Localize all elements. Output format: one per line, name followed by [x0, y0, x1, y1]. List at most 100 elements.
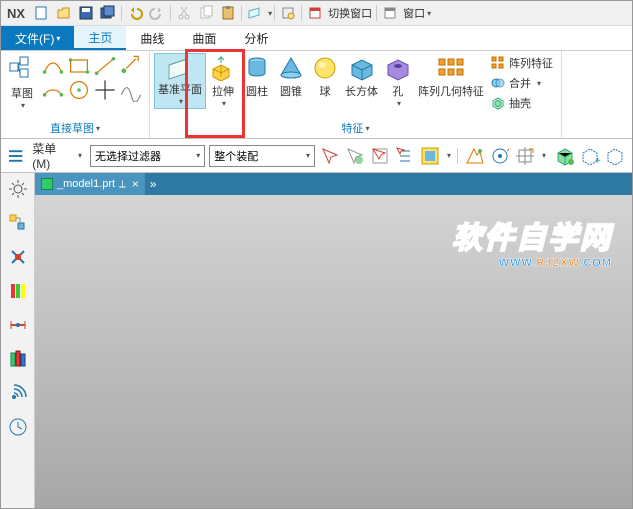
shell-button[interactable]: 抽壳 [491, 95, 553, 111]
sketch-button[interactable]: 草图 ▾ [5, 53, 39, 110]
hole-button[interactable]: 孔▾ [381, 53, 415, 108]
titlebar: NX ▾ 切换窗口 窗口▾ [1, 1, 632, 26]
svg-text:+: + [595, 156, 601, 167]
line-icon[interactable] [93, 55, 117, 77]
spline-icon[interactable] [119, 79, 143, 101]
close-icon[interactable]: × [132, 177, 139, 191]
sel-icon-4[interactable] [394, 145, 416, 167]
filter-dropdown[interactable]: 无选择过滤器▾ [90, 145, 205, 167]
pin-icon[interactable]: ⟂ [119, 179, 126, 190]
sphere-button[interactable]: 球 [308, 53, 342, 99]
cube-wire-icon[interactable] [604, 145, 626, 167]
selection-icons-right: + [554, 145, 626, 167]
switch-window-icon[interactable] [306, 4, 324, 22]
sel-icon-3[interactable] [369, 145, 391, 167]
sel-icon-5[interactable] [419, 145, 441, 167]
pattern-geom-icon [437, 55, 465, 81]
new-icon[interactable] [33, 4, 51, 22]
assembly-dropdown[interactable]: 整个装配▾ [209, 145, 315, 167]
chevron-down-icon[interactable]: ▾ [268, 9, 272, 18]
tab-file[interactable]: 文件(F)▾ [1, 26, 74, 50]
selection-bar: 菜单(M)▾ 无选择过滤器▾ 整个装配▾ ▾ ▾ + [1, 139, 632, 173]
separator [301, 5, 302, 21]
cut-icon[interactable] [175, 4, 193, 22]
sel-icon-1[interactable] [319, 145, 341, 167]
history-icon[interactable] [8, 417, 28, 437]
sel-icon-6[interactable] [464, 145, 486, 167]
graphics-canvas[interactable]: 软件自学网 WWW.RJZXW.COM [35, 195, 632, 508]
save-all-icon[interactable] [99, 4, 117, 22]
feature-side-list: 阵列特征 合并▾ 抽壳 [487, 53, 557, 113]
sketch-icon [8, 55, 36, 83]
cube-wire-plus-icon[interactable]: + [579, 145, 601, 167]
sel-icon-2[interactable] [344, 145, 366, 167]
cube-green-icon[interactable] [554, 145, 576, 167]
tab-surface[interactable]: 曲面 [178, 26, 230, 50]
touch-icon[interactable] [279, 4, 297, 22]
document-tab[interactable]: _model1.prt ⟂ × [35, 173, 146, 195]
window-label[interactable]: 窗口▾ [403, 5, 431, 21]
color-bar-icon[interactable] [8, 281, 28, 301]
hole-icon [384, 55, 412, 81]
copy-icon[interactable] [197, 4, 215, 22]
sel-icon-8[interactable] [514, 145, 536, 167]
circle-icon[interactable] [67, 79, 91, 101]
tab-analysis[interactable]: 分析 [230, 26, 282, 50]
content: _model1.prt ⟂ × » 软件自学网 WWW.RJZXW.COM [1, 173, 632, 508]
chevron-down-icon[interactable]: ▾ [447, 151, 451, 160]
measure-icon[interactable] [8, 315, 28, 335]
separator [241, 5, 242, 21]
pattern-geom-button[interactable]: 阵列几何特征 [415, 53, 487, 99]
rect-icon[interactable] [67, 55, 91, 77]
signal-icon[interactable] [8, 383, 28, 403]
ribbon-group-sketch-label: 直接草图▾ [5, 119, 145, 138]
ribbon-group-features: 基准平面 ▾ 拉伸▾ 圆柱 圆锥 球 长方体 [150, 51, 562, 138]
cylinder-icon [243, 55, 271, 81]
selection-icons [319, 145, 441, 167]
books-icon[interactable] [8, 349, 28, 369]
open-icon[interactable] [55, 4, 73, 22]
tab-curve[interactable]: 曲线 [126, 26, 178, 50]
paste-icon[interactable] [219, 4, 237, 22]
window-icon[interactable] [381, 4, 399, 22]
block-button[interactable]: 长方体 [342, 53, 381, 99]
tabstrip-overflow[interactable]: » [146, 173, 161, 195]
watermark: 软件自学网 WWW.RJZXW.COM [452, 213, 612, 269]
watermark-en: WWW.RJZXW.COM [452, 257, 612, 269]
cone-icon [277, 55, 305, 81]
cone-button[interactable]: 圆锥 [274, 53, 308, 99]
constraint-icon[interactable] [8, 247, 28, 267]
profile-icon[interactable] [41, 55, 65, 77]
undo-icon[interactable] [126, 4, 144, 22]
watermark-cn: 软件自学网 [452, 213, 612, 257]
datum-plane-label: 基准平面 [158, 81, 202, 97]
arc-icon[interactable] [41, 79, 65, 101]
pattern-feature-button[interactable]: 阵列特征 [491, 55, 553, 71]
switch-window-label[interactable]: 切换窗口 [328, 5, 372, 21]
save-icon[interactable] [77, 4, 95, 22]
chevron-down-icon: ▾ [179, 97, 183, 106]
point-icon[interactable] [93, 79, 117, 101]
sphere-icon [311, 55, 339, 81]
sel-icon-7[interactable] [489, 145, 511, 167]
extrude-button[interactable]: 拉伸▾ [206, 53, 240, 108]
plane-icon[interactable] [246, 4, 264, 22]
redo-icon[interactable] [148, 4, 166, 22]
app-logo: NX [1, 6, 31, 21]
datum-plane-button[interactable]: 基准平面 ▾ [154, 53, 206, 109]
ribbon-group-sketch: 草图 ▾ 直接草图▾ [1, 51, 150, 138]
menu-icon[interactable] [7, 147, 24, 165]
combine-button[interactable]: 合并▾ [491, 75, 553, 91]
document-icon [41, 178, 53, 190]
more-icon[interactable] [119, 55, 143, 77]
sketch-tools [39, 53, 145, 103]
tab-home[interactable]: 主页 [74, 26, 126, 50]
view: _model1.prt ⟂ × » 软件自学网 WWW.RJZXW.COM [35, 173, 632, 508]
main-tabs: 文件(F)▾ 主页 曲线 曲面 分析 [1, 26, 632, 51]
chevron-down-icon[interactable]: ▾ [542, 151, 546, 160]
menu-button[interactable]: 菜单(M)▾ [28, 138, 86, 173]
cylinder-button[interactable]: 圆柱 [240, 53, 274, 99]
gear-icon[interactable] [8, 179, 28, 199]
nav-tree-icon[interactable] [8, 213, 28, 233]
chevron-down-icon: ▾ [21, 101, 25, 110]
